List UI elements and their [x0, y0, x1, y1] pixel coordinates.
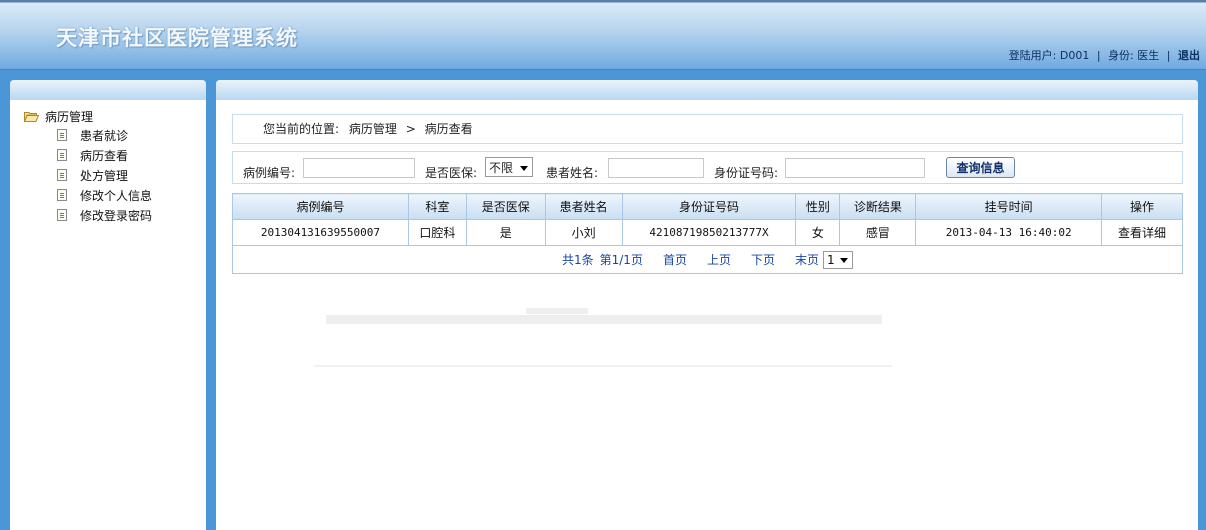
open-folder-icon — [23, 111, 40, 122]
sidebar-header-bar — [10, 80, 206, 100]
patient-name-cell: 小刘 — [544, 219, 623, 246]
sidebar: 病历管理 患者就诊 病历查看 处方管理 修改个人信息 修改登录密码 — [10, 80, 206, 530]
menu-item-label: 患者就诊 — [80, 128, 129, 143]
menu-tree: 病历管理 患者就诊 病历查看 处方管理 修改个人信息 修改登录密码 — [23, 107, 152, 225]
search-bar: 病例编号: 是否医保: 不限 患者姓名: 身份证号码: 查询信息 — [232, 151, 1183, 184]
menu-item-label: 处方管理 — [80, 168, 129, 183]
menu-item-edit-profile[interactable]: 修改个人信息 — [24, 185, 152, 205]
divider: | — [1166, 49, 1171, 62]
role-label: 身份: — [1108, 49, 1134, 62]
app-header: 天津市社区医院管理系统 登陆用户: D001 | 身份: 医生 | 退出 — [0, 0, 1206, 70]
records-table: 病例编号 科室 是否医保 患者姓名 身份证号码 性别 诊断结果 挂号时间 操作 … — [232, 193, 1183, 274]
menu-item-label: 修改个人信息 — [80, 188, 153, 203]
pager-first-link[interactable]: 首页 — [663, 251, 687, 268]
table-row: 201304131639550007 口腔科 是 小刘 421087198502… — [232, 219, 1183, 246]
main-header-bar — [216, 80, 1198, 100]
user-bar: 登陆用户: D001 | 身份: 医生 | 退出 — [1009, 47, 1200, 63]
pager-cell: 共1条 第1/1页 首页 上页 下页 末页 1 — [232, 245, 1183, 274]
id-number-label: 身份证号码: — [714, 166, 779, 180]
id-number-input[interactable] — [785, 158, 925, 178]
menu-item-label: 修改登录密码 — [80, 208, 153, 223]
menu-item-change-password[interactable]: 修改登录密码 — [24, 205, 152, 225]
menu-item-label: 病历查看 — [80, 148, 129, 163]
page-select-value: 1 — [827, 252, 835, 267]
patient-name-input[interactable] — [608, 158, 704, 178]
divider: | — [1096, 49, 1101, 62]
diagnosis-cell: 感冒 — [839, 219, 917, 246]
column-header: 诊断结果 — [839, 193, 917, 220]
column-header: 是否医保 — [465, 193, 546, 220]
pager-row: 共1条 第1/1页 首页 上页 下页 末页 1 — [232, 245, 1183, 274]
logout-link[interactable]: 退出 — [1178, 49, 1200, 62]
register-time-cell: 2013-04-13 16:40:02 — [915, 219, 1103, 246]
document-icon — [57, 169, 67, 181]
column-header: 病例编号 — [232, 193, 409, 220]
breadcrumb-level2: 病历查看 — [424, 122, 473, 136]
user-id: D001 — [1059, 49, 1090, 62]
column-header: 性别 — [795, 193, 841, 220]
background-artifact — [526, 308, 588, 314]
background-artifact — [314, 365, 892, 367]
pager-last-link[interactable]: 末页 — [795, 251, 819, 268]
insurance-select[interactable]: 不限 — [485, 157, 533, 177]
menu-root-label: 病历管理 — [45, 109, 94, 124]
menu-item-view-records[interactable]: 病历查看 — [24, 145, 152, 165]
pager-total: 共1条 — [561, 253, 594, 267]
id-number-cell: 42108719850213777X — [621, 219, 797, 246]
menu-root-medical-records[interactable]: 病历管理 — [23, 107, 152, 125]
query-button[interactable]: 查询信息 — [946, 157, 1015, 178]
table-header-row: 病例编号 科室 是否医保 患者姓名 身份证号码 性别 诊断结果 挂号时间 操作 — [232, 193, 1183, 220]
pager: 共1条 第1/1页 首页 上页 下页 末页 1 — [561, 250, 854, 269]
breadcrumb-level1: 病历管理 — [348, 122, 397, 136]
main-panel: 您当前的位置: 病历管理 > 病历查看 病例编号: 是否医保: 不限 患者姓名:… — [216, 80, 1198, 530]
breadcrumb-prefix: 您当前的位置: — [263, 122, 340, 136]
insurance-select-value: 不限 — [489, 160, 514, 175]
menu-item-prescriptions[interactable]: 处方管理 — [24, 165, 152, 185]
page-select[interactable]: 1 — [823, 250, 854, 269]
insurance-cell: 是 — [465, 219, 546, 246]
column-header: 挂号时间 — [915, 193, 1103, 220]
record-no-cell: 201304131639550007 — [232, 219, 409, 246]
user-role: 医生 — [1137, 49, 1160, 62]
pager-next-link[interactable]: 下页 — [751, 251, 775, 268]
column-header: 身份证号码 — [621, 193, 797, 220]
breadcrumb-separator: > — [405, 122, 416, 136]
pager-page-info: 第1/1页 — [599, 253, 643, 267]
patient-name-label: 患者姓名: — [546, 166, 599, 180]
document-icon — [57, 189, 67, 201]
chevron-down-icon — [520, 166, 528, 171]
app-title: 天津市社区医院管理系统 — [56, 25, 298, 50]
pager-prev-link[interactable]: 上页 — [707, 251, 731, 268]
user-label: 登陆用户: — [1008, 49, 1057, 62]
record-no-label: 病例编号: — [243, 166, 296, 180]
document-icon — [57, 129, 67, 141]
view-detail-link[interactable]: 查看详细 — [1101, 219, 1183, 246]
document-icon — [57, 209, 67, 221]
gender-cell: 女 — [795, 219, 841, 246]
insurance-label: 是否医保: — [425, 166, 478, 180]
chevron-down-icon — [840, 257, 849, 263]
column-header: 科室 — [407, 193, 467, 220]
menu-item-patient-visit[interactable]: 患者就诊 — [24, 125, 152, 145]
column-header: 患者姓名 — [544, 193, 623, 220]
background-artifact — [326, 315, 882, 324]
column-header: 操作 — [1101, 193, 1183, 220]
department-cell: 口腔科 — [407, 219, 467, 246]
record-no-input[interactable] — [303, 158, 415, 178]
document-icon — [57, 149, 67, 161]
breadcrumb: 您当前的位置: 病历管理 > 病历查看 — [232, 114, 1183, 144]
